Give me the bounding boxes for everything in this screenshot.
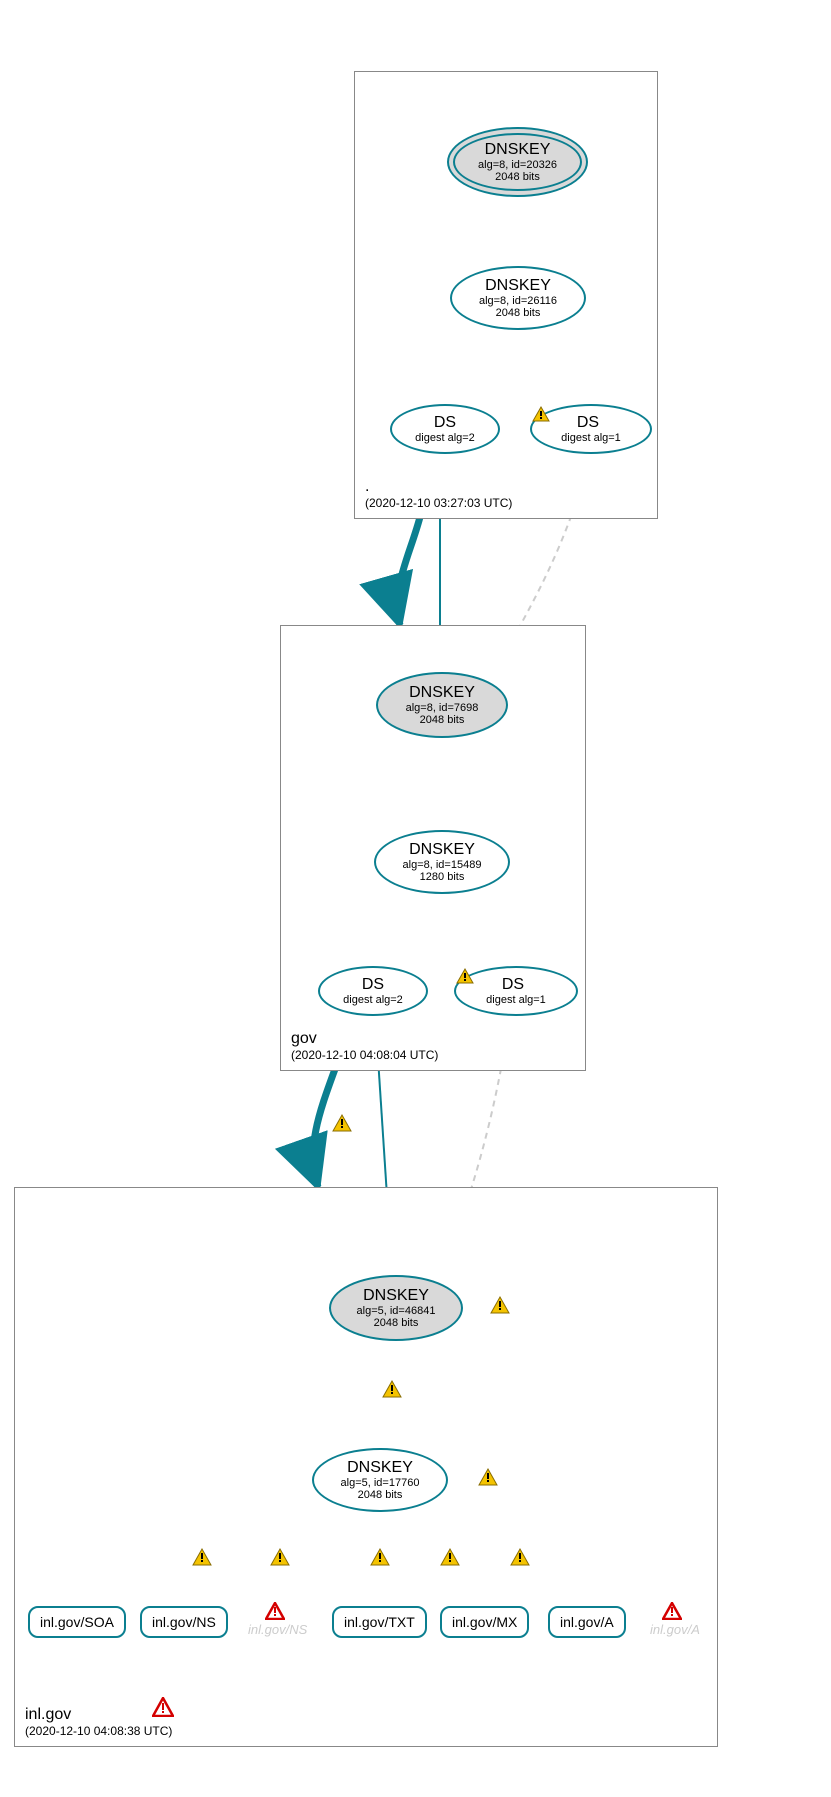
node-root-ksk[interactable]: DNSKEY alg=8, id=20326 2048 bits [447, 127, 588, 197]
warning-icon[interactable] [370, 1548, 390, 1571]
warning-icon[interactable] [382, 1380, 402, 1403]
node-inl-zsk[interactable]: DNSKEY alg=5, id=17760 2048 bits [312, 1448, 448, 1512]
warning-icon[interactable] [478, 1468, 498, 1491]
gov-ds1-l1: digest alg=1 [486, 994, 546, 1006]
gov-ds2-l1: digest alg=2 [343, 994, 403, 1006]
zone-gov-ts: (2020-12-10 04:08:04 UTC) [291, 1048, 438, 1062]
gov-ds1-title: DS [502, 976, 524, 994]
gov-ds2-title: DS [362, 976, 384, 994]
root-ds2-title: DS [434, 414, 456, 432]
node-root-zsk[interactable]: DNSKEY alg=8, id=26116 2048 bits [450, 266, 586, 330]
node-gov-zsk[interactable]: DNSKEY alg=8, id=15489 1280 bits [374, 830, 510, 894]
rrset-mx[interactable]: inl.gov/MX [440, 1606, 529, 1638]
root-ksk-title: DNSKEY [485, 141, 551, 159]
rrset-soa[interactable]: inl.gov/SOA [28, 1606, 126, 1638]
error-icon[interactable] [152, 1697, 174, 1722]
warning-icon[interactable] [510, 1548, 530, 1571]
warning-icon[interactable] [490, 1296, 510, 1319]
root-ksk-l1: alg=8, id=20326 [478, 159, 557, 171]
rrset-soa-label: inl.gov/SOA [40, 1614, 114, 1630]
node-gov-ds2[interactable]: DS digest alg=2 [318, 966, 428, 1016]
inl-ksk-l1: alg=5, id=46841 [357, 1305, 436, 1317]
rrset-a-label: inl.gov/A [560, 1614, 614, 1630]
node-gov-ksk[interactable]: DNSKEY alg=8, id=7698 2048 bits [376, 672, 508, 738]
node-root-ds2[interactable]: DS digest alg=2 [390, 404, 500, 454]
gov-zsk-title: DNSKEY [409, 841, 475, 859]
inl-ksk-title: DNSKEY [363, 1287, 429, 1305]
inl-ksk-l2: 2048 bits [374, 1317, 419, 1329]
warning-icon[interactable] [440, 1548, 460, 1571]
zone-root-name: . [365, 478, 512, 496]
gov-ksk-l1: alg=8, id=7698 [406, 702, 479, 714]
error-icon[interactable] [662, 1602, 682, 1625]
zone-inlgov-name: inl.gov [25, 1706, 172, 1724]
root-ds2-l1: digest alg=2 [415, 432, 475, 444]
warning-icon[interactable] [270, 1548, 290, 1571]
rrset-ns[interactable]: inl.gov/NS [140, 1606, 228, 1638]
zone-root-label: . (2020-12-10 03:27:03 UTC) [365, 478, 512, 510]
root-zsk-l2: 2048 bits [496, 307, 541, 319]
zone-gov-label: gov (2020-12-10 04:08:04 UTC) [291, 1030, 438, 1062]
warning-icon[interactable] [332, 1114, 352, 1137]
zone-inlgov-ts: (2020-12-10 04:08:38 UTC) [25, 1724, 172, 1738]
zone-gov-name: gov [291, 1030, 438, 1048]
rrset-txt-label: inl.gov/TXT [344, 1614, 415, 1630]
node-gov-ds1[interactable]: DS digest alg=1 [454, 966, 578, 1016]
zone-inlgov-label: inl.gov (2020-12-10 04:08:38 UTC) [25, 1706, 172, 1738]
root-ksk-l2: 2048 bits [495, 171, 540, 183]
inl-zsk-l2: 2048 bits [358, 1489, 403, 1501]
root-ds1-l1: digest alg=1 [561, 432, 621, 444]
error-icon[interactable] [265, 1602, 285, 1625]
root-ds1-title: DS [577, 414, 599, 432]
gov-ksk-l2: 2048 bits [420, 714, 465, 726]
node-root-ds1[interactable]: DS digest alg=1 [530, 404, 652, 454]
rrset-txt[interactable]: inl.gov/TXT [332, 1606, 427, 1638]
gov-zsk-l2: 1280 bits [420, 871, 465, 883]
root-zsk-title: DNSKEY [485, 277, 551, 295]
zone-root-ts: (2020-12-10 03:27:03 UTC) [365, 496, 512, 510]
diagram-canvas: . (2020-12-10 03:27:03 UTC) gov (2020-12… [0, 0, 831, 1797]
rrset-mx-label: inl.gov/MX [452, 1614, 517, 1630]
node-inl-ksk[interactable]: DNSKEY alg=5, id=46841 2048 bits [329, 1275, 463, 1341]
gov-ksk-title: DNSKEY [409, 684, 475, 702]
rrset-a[interactable]: inl.gov/A [548, 1606, 626, 1638]
rrset-ns-label: inl.gov/NS [152, 1614, 216, 1630]
inl-zsk-title: DNSKEY [347, 1459, 413, 1477]
gov-zsk-l1: alg=8, id=15489 [403, 859, 482, 871]
inl-zsk-l1: alg=5, id=17760 [341, 1477, 420, 1489]
root-zsk-l1: alg=8, id=26116 [479, 295, 557, 307]
warning-icon[interactable] [192, 1548, 212, 1571]
